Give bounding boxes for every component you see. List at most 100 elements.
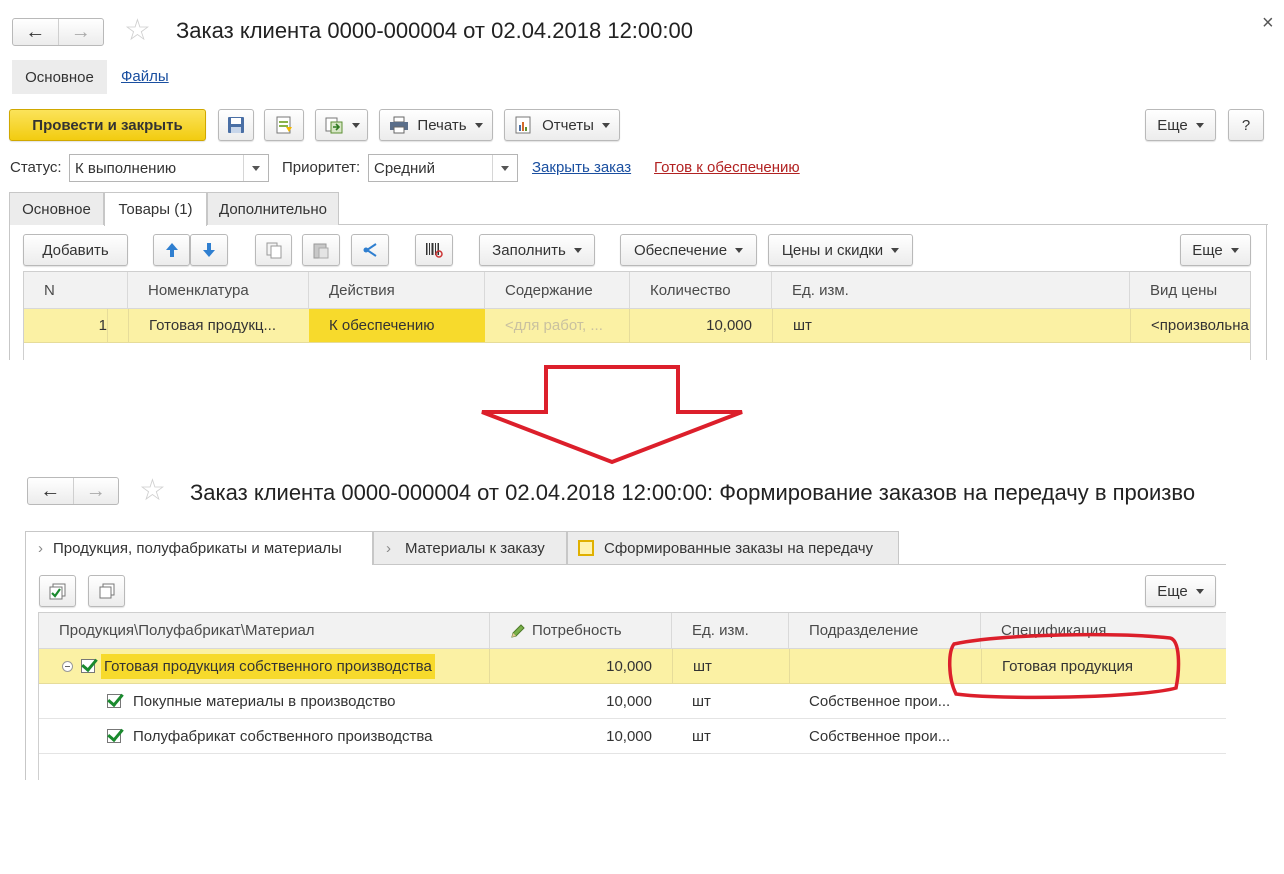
print-icon — [390, 116, 409, 134]
reports-label: Отчеты — [542, 116, 594, 134]
tab-formed-orders[interactable]: Сформированные заказы на передачу — [567, 531, 899, 564]
forward-arrow-icon[interactable]: → — [72, 478, 119, 504]
col-nomenclature[interactable]: Номенклатура — [128, 272, 309, 308]
back-arrow-icon[interactable]: ← — [13, 19, 58, 45]
cell-product: Полуфабрикат собственного производства — [39, 719, 490, 753]
reports-button[interactable]: Отчеты — [504, 109, 620, 141]
post-and-close-button[interactable]: Провести и закрыть — [9, 109, 206, 141]
supply-button[interactable]: Обеспечение — [620, 234, 757, 266]
tab-additional[interactable]: Дополнительно — [207, 192, 339, 225]
tab-order-materials-label: Материалы к заказу — [405, 539, 545, 557]
barcode-icon — [426, 243, 443, 258]
col-n[interactable]: N — [24, 272, 128, 308]
tab-main[interactable]: Основное — [12, 60, 107, 94]
more-button[interactable]: Еще — [1145, 109, 1216, 141]
tab-products-label: Продукция, полуфабрикаты и материалы — [53, 540, 342, 557]
check-all-button[interactable] — [39, 575, 76, 607]
collapse-icon[interactable] — [62, 660, 73, 672]
share-icon — [363, 243, 377, 257]
page-title: Заказ клиента 0000-000004 от 02.04.2018 … — [190, 480, 1196, 505]
post-button[interactable] — [264, 109, 304, 141]
cell-unit: шт — [772, 309, 1130, 342]
ready-for-supply-link[interactable]: Готов к обеспечению — [654, 159, 800, 176]
close-icon[interactable]: × — [1262, 12, 1274, 35]
barcode-button[interactable] — [415, 234, 453, 266]
status-select[interactable]: К выполнению — [69, 154, 269, 182]
cell-product: Готовая продукция собственного производс… — [39, 649, 490, 683]
cell-nomenclature: Готовая продукц... — [128, 309, 309, 342]
status-label: Статус: — [10, 159, 62, 176]
red-ellipse-annotation — [948, 632, 1181, 700]
row-checkbox[interactable] — [107, 729, 121, 743]
print-button[interactable]: Печать — [379, 109, 493, 141]
move-down-button[interactable] — [190, 234, 228, 266]
cell-product: Покупные материалы в производство — [39, 684, 490, 718]
cell-unit: шт — [692, 692, 711, 710]
product-name: Готовая продукция собственного производс… — [101, 653, 435, 679]
cell-unit: шт — [672, 649, 789, 683]
reports-icon — [515, 116, 531, 134]
cell-action: К обеспечению — [309, 309, 485, 342]
uncheck-all-button[interactable] — [88, 575, 125, 607]
tab-products-materials[interactable]: › Продукция, полуфабрикаты и материалы — [25, 531, 373, 565]
row-checkbox[interactable] — [107, 694, 121, 708]
cell-need: 10,000 — [606, 692, 652, 710]
bottom-more-button[interactable]: Еще — [1145, 575, 1216, 607]
cell-content: <для работ, ... — [485, 309, 630, 342]
prices-discounts-button[interactable]: Цены и скидки — [768, 234, 913, 266]
tab-goods[interactable]: Товары (1) — [104, 192, 207, 226]
chevron-right-icon: › — [386, 539, 391, 557]
col-content[interactable]: Содержание — [485, 272, 630, 308]
copy-button[interactable] — [255, 234, 292, 266]
move-down-icon — [203, 243, 215, 257]
chevron-down-icon[interactable] — [243, 155, 268, 181]
goods-more-button[interactable]: Еще — [1180, 234, 1251, 266]
cell-price-type: <произвольна — [1130, 309, 1250, 342]
col-product[interactable]: Продукция\Полуфабрикат\Материал — [39, 613, 490, 648]
paste-button[interactable] — [302, 234, 340, 266]
fill-button[interactable]: Заполнить — [479, 234, 595, 266]
checkbox-icon — [578, 540, 594, 556]
cell-specification — [981, 719, 1226, 753]
star-icon[interactable]: ☆ — [124, 16, 151, 46]
col-unit[interactable]: Ед. изм. — [672, 613, 789, 648]
priority-value: Средний — [374, 159, 435, 177]
add-button[interactable]: Добавить — [23, 234, 128, 266]
cell-quantity: 10,000 — [706, 317, 752, 334]
priority-select[interactable]: Средний — [368, 154, 518, 182]
move-up-button[interactable] — [153, 234, 190, 266]
share-button[interactable] — [351, 234, 389, 266]
table-row[interactable]: Полуфабрикат собственного производства 1… — [39, 719, 1226, 754]
row-checkbox[interactable] — [81, 659, 95, 673]
cell-need: 10,000 — [606, 727, 652, 745]
col-quantity[interactable]: Количество — [630, 272, 772, 308]
nav-back-forward: ← → — [27, 477, 119, 505]
col-need[interactable]: Потребность — [490, 613, 672, 648]
priority-label: Приоритет: — [282, 159, 361, 176]
check-all-icon — [49, 583, 65, 600]
tab-files[interactable]: Файлы — [121, 68, 169, 85]
create-based-on-button[interactable] — [315, 109, 368, 141]
col-actions[interactable]: Действия — [309, 272, 485, 308]
cell-n: 1 — [24, 309, 108, 342]
back-arrow-icon[interactable]: ← — [28, 478, 73, 504]
cell-unit: шт — [692, 727, 711, 745]
save-button[interactable] — [218, 109, 254, 141]
cell-need: 10,000 — [606, 657, 652, 675]
tab-basic[interactable]: Основное — [9, 192, 104, 225]
close-order-link[interactable]: Закрыть заказ — [532, 159, 631, 176]
chevron-down-icon[interactable] — [492, 155, 517, 181]
table-row[interactable]: 1 Готовая продукц... К обеспечению <для … — [24, 309, 1250, 343]
post-icon — [276, 116, 292, 134]
goods-grid: N Номенклатура Действия Содержание Колич… — [23, 271, 1251, 360]
tab-order-materials[interactable]: › Материалы к заказу — [373, 531, 567, 564]
help-button[interactable]: ? — [1228, 109, 1264, 141]
product-name: Полуфабрикат собственного производства — [133, 727, 433, 745]
col-need-label: Потребность — [532, 622, 622, 639]
nav-back-forward: ← → — [12, 18, 104, 46]
save-icon — [228, 117, 244, 133]
col-price-type[interactable]: Вид цены — [1130, 272, 1250, 308]
forward-arrow-icon[interactable]: → — [57, 19, 104, 45]
star-icon[interactable]: ☆ — [139, 476, 166, 506]
col-unit[interactable]: Ед. изм. — [772, 272, 1130, 308]
